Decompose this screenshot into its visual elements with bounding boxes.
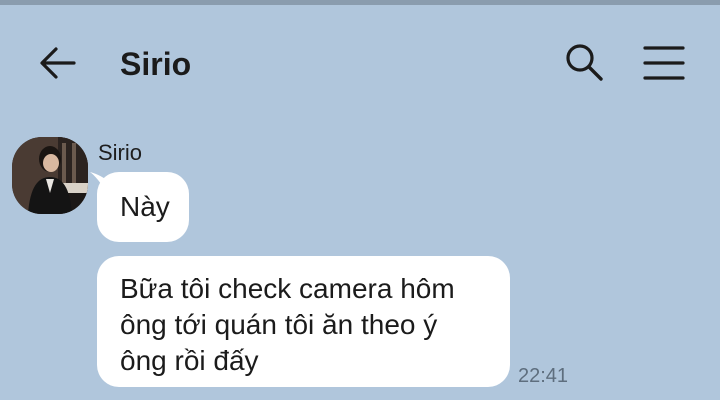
message-bubble[interactable]: Bữa tôi check camera hôm ông tới quán tô… xyxy=(97,256,510,387)
search-button[interactable] xyxy=(562,41,606,85)
chat-title: Sirio xyxy=(120,46,192,82)
search-icon xyxy=(566,44,603,81)
avatar-photo xyxy=(12,137,88,214)
message-bubble[interactable]: Này xyxy=(97,172,189,242)
menu-button[interactable] xyxy=(640,41,688,85)
chat-header: Sirio xyxy=(0,5,720,115)
message-timestamp: 22:41 xyxy=(518,365,569,387)
avatar[interactable] xyxy=(12,137,88,214)
arrow-left-icon xyxy=(40,47,76,79)
hamburger-menu-icon xyxy=(643,46,685,80)
sender-name: Sirio xyxy=(98,140,143,165)
back-button[interactable] xyxy=(36,41,80,85)
